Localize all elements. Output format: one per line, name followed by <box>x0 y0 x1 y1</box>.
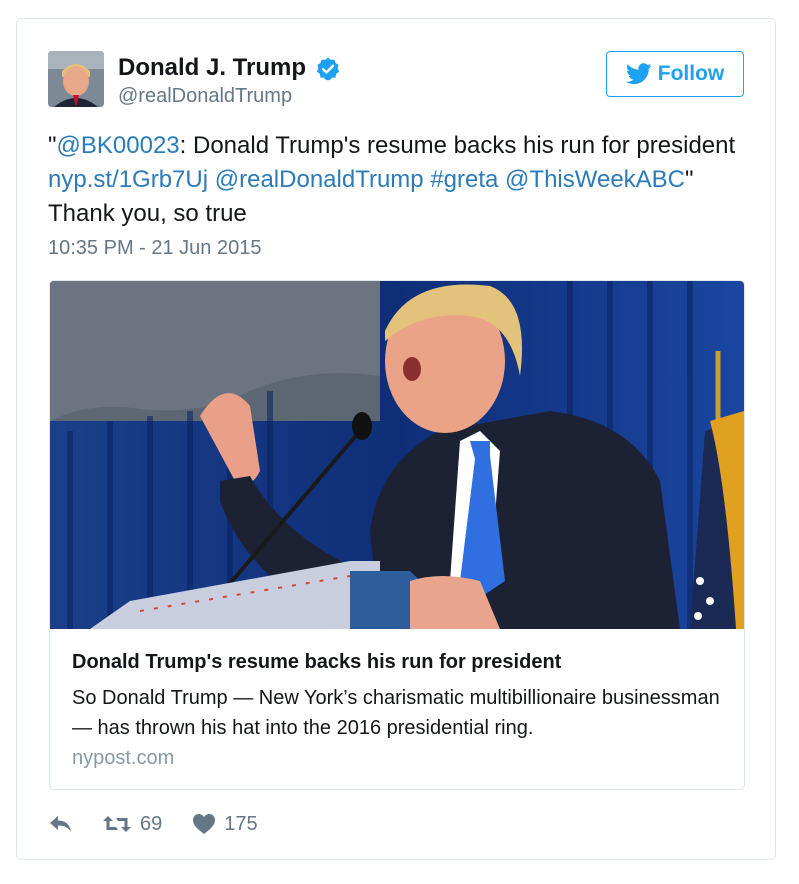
author-name[interactable]: Donald J. Trump <box>118 54 306 82</box>
link-preview-card[interactable]: Donald Trump's resume backs his run for … <box>49 280 745 790</box>
reply-button[interactable] <box>48 813 74 835</box>
like-count: 175 <box>224 812 258 835</box>
reply-icon <box>50 816 71 832</box>
card-image <box>50 281 744 629</box>
tweet-text-part: : Donald Trump's resume backs his run fo… <box>179 132 736 159</box>
twitter-bird-icon <box>625 63 652 85</box>
heart-icon <box>193 814 216 834</box>
retweet-button[interactable]: 69 <box>102 813 162 836</box>
mention-link[interactable]: @realDonaldTrump <box>215 166 424 193</box>
avatar[interactable] <box>48 51 104 107</box>
follow-button[interactable]: Follow <box>606 51 744 97</box>
card-domain: nypost.com <box>72 747 175 769</box>
retweet-count: 69 <box>140 812 163 835</box>
tweet-card: Donald J. Trump @realDonaldTrump Follow … <box>16 18 776 860</box>
card-title: Donald Trump's resume backs his run for … <box>72 651 562 673</box>
hashtag-link[interactable]: #greta <box>430 166 498 193</box>
card-photo <box>50 281 744 629</box>
author-handle[interactable]: @realDonaldTrump <box>118 85 292 108</box>
tweet-timestamp[interactable]: 10:35 PM - 21 Jun 2015 <box>48 237 261 260</box>
tweet-actions: 69 175 <box>48 809 258 839</box>
like-button[interactable]: 175 <box>192 812 258 836</box>
quote-open: " <box>48 132 57 159</box>
retweet-icon <box>103 816 131 832</box>
url-link[interactable]: nyp.st/1Grb7Uj <box>48 166 208 193</box>
mention-link[interactable]: @ThisWeekABC <box>505 166 685 193</box>
card-description: So Donald Trump — New York’s charismatic… <box>72 687 720 739</box>
verified-badge-icon <box>316 57 340 81</box>
avatar-image <box>48 51 104 107</box>
follow-button-label: Follow <box>657 62 725 85</box>
tweet-text: "@BK00023: Donald Trump's resume backs h… <box>48 129 748 231</box>
mention-link[interactable]: @BK00023 <box>57 132 180 159</box>
